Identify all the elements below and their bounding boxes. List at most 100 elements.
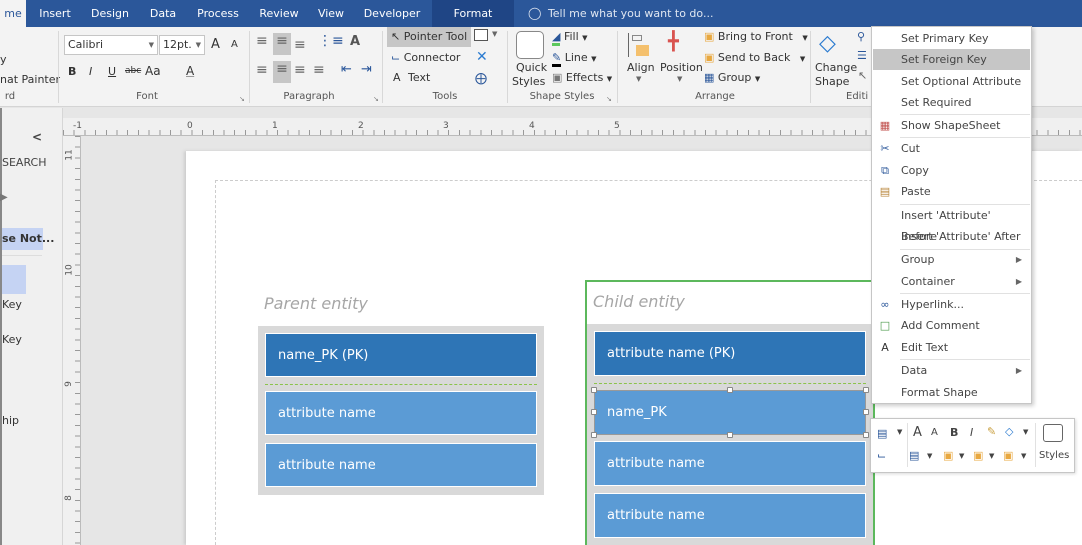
font-color-button[interactable]: A xyxy=(186,64,194,78)
justify-icon[interactable]: ≡ xyxy=(313,62,325,78)
parent-attribute[interactable]: attribute name xyxy=(265,391,537,435)
copy-button[interactable]: y xyxy=(0,53,7,66)
menu-item-set-primary-key[interactable]: Set Primary Key xyxy=(873,28,1030,49)
menu-item-insert-attribute-after[interactable]: Insert 'Attribute' After xyxy=(873,226,1030,247)
select-icon[interactable]: ↖ xyxy=(858,69,867,82)
expand-icon[interactable]: ▶ xyxy=(0,192,8,203)
rectangle-tool-icon[interactable] xyxy=(474,29,488,41)
tab-developer[interactable]: Developer xyxy=(358,0,426,27)
bring-front-icon[interactable]: ▣ xyxy=(973,449,983,462)
shape-item-key[interactable]: Key xyxy=(2,298,22,311)
bold-button[interactable]: B xyxy=(950,426,958,439)
shape-item-relationship[interactable]: hip xyxy=(2,414,19,427)
menu-item-add-comment[interactable]: □ Add Comment xyxy=(873,315,1030,336)
delete-connection-icon[interactable]: ✕ xyxy=(476,49,488,65)
strikethrough-button[interactable]: abc xyxy=(125,66,141,76)
align-bottom-icon[interactable]: ≡ xyxy=(294,37,306,53)
bring-to-front-button[interactable]: ▣ Bring to Front ▼ xyxy=(704,30,808,43)
italic-button[interactable]: I xyxy=(89,65,92,78)
chevron-down-icon[interactable]: ▼ xyxy=(492,30,497,38)
shrink-font-button[interactable]: A xyxy=(231,39,238,50)
menu-item-copy[interactable]: ⧉ Copy xyxy=(873,160,1030,181)
chevron-down-icon[interactable]: ▼ xyxy=(897,428,902,436)
quick-styles-icon[interactable] xyxy=(516,31,544,59)
search-tab[interactable]: SEARCH xyxy=(2,156,47,169)
chevron-down-icon[interactable]: ▼ xyxy=(677,75,682,83)
menu-item-format-shape[interactable]: Format Shape xyxy=(873,382,1030,403)
font-size-select[interactable]: 12pt. ▼ xyxy=(159,35,205,55)
increase-indent-icon[interactable]: ⇥ xyxy=(361,62,372,77)
shrink-font-button[interactable]: A xyxy=(931,427,938,438)
chevron-down-icon[interactable]: ▼ xyxy=(636,75,641,83)
styles-icon[interactable] xyxy=(1043,424,1063,442)
tab-design[interactable]: Design xyxy=(84,0,136,27)
selection-handle[interactable] xyxy=(591,387,597,393)
align-left-icon[interactable]: ≡ xyxy=(256,62,268,78)
menu-item-edit-text[interactable]: A Edit Text xyxy=(873,337,1030,358)
collapse-panel-button[interactable]: < xyxy=(32,130,42,144)
pointer-tool-button[interactable]: ↖ Pointer Tool xyxy=(387,27,471,47)
group-button[interactable]: ▦ Group ▼ xyxy=(704,71,760,84)
styles-button[interactable]: Styles xyxy=(1039,450,1069,461)
selection-handle[interactable] xyxy=(863,387,869,393)
align-middle-icon[interactable]: ≡ xyxy=(273,33,291,55)
shape-item-entity[interactable] xyxy=(2,265,26,294)
align-right-icon[interactable]: ≡ xyxy=(294,62,306,78)
selection-handle[interactable] xyxy=(863,409,869,415)
align-icon[interactable] xyxy=(628,33,650,57)
align-shapes-icon[interactable]: ▣ xyxy=(943,449,953,462)
chevron-down-icon[interactable]: ▼ xyxy=(927,452,932,460)
decrease-indent-icon[interactable]: ⇤ xyxy=(341,62,352,77)
quick-styles-label-1[interactable]: Quick xyxy=(516,61,547,74)
line-button[interactable]: ✎ Line ▼ xyxy=(552,51,597,67)
menu-item-set-required[interactable]: Set Required xyxy=(873,92,1030,113)
text-tool-button[interactable]: A Text xyxy=(393,71,430,84)
chevron-down-icon[interactable]: ▼ xyxy=(1023,428,1028,436)
tab-view[interactable]: View xyxy=(312,0,350,27)
menu-item-container[interactable]: Container ▶ xyxy=(873,271,1030,292)
parent-attribute[interactable]: attribute name xyxy=(265,443,537,487)
menu-item-show-shapesheet[interactable]: ▦ Show ShapeSheet xyxy=(873,115,1030,136)
align-button[interactable]: Align xyxy=(627,61,655,74)
shape-item-key-2[interactable]: Key xyxy=(2,333,22,346)
text-block-icon[interactable]: ▤ xyxy=(877,427,887,440)
effects-button[interactable]: ▣ Effects ▼ xyxy=(552,71,612,84)
position-icon[interactable]: ╋ xyxy=(668,31,679,52)
child-pk-attribute[interactable]: attribute name (PK) xyxy=(594,331,866,376)
menu-item-group[interactable]: Group ▶ xyxy=(873,249,1030,270)
menu-item-cut[interactable]: ✂ Cut xyxy=(873,138,1030,159)
child-entity-title[interactable]: Child entity xyxy=(593,292,685,311)
bold-button[interactable]: B xyxy=(68,65,76,78)
find-icon[interactable]: ⚲ xyxy=(857,30,865,43)
send-to-back-button[interactable]: ▣ Send to Back ▼ xyxy=(704,51,805,64)
connector-icon[interactable]: ⌙ xyxy=(877,449,886,462)
dialog-launcher-icon[interactable]: ↘ xyxy=(606,95,612,103)
parent-entity-title[interactable]: Parent entity xyxy=(264,294,368,313)
format-painter-button[interactable]: nat Painter xyxy=(0,73,60,86)
child-attribute[interactable]: attribute name xyxy=(594,441,866,486)
layers-icon[interactable]: ☰ xyxy=(857,49,867,62)
menu-item-set-foreign-key[interactable]: Set Foreign Key xyxy=(873,49,1030,70)
font-family-select[interactable]: Calibri ▼ xyxy=(64,35,158,55)
align-center-icon[interactable]: ≡ xyxy=(273,61,291,83)
tab-home[interactable]: me xyxy=(0,0,26,27)
tell-me-search[interactable]: ◯ Tell me what you want to do... xyxy=(528,0,713,27)
child-attribute-selected[interactable]: name_PK xyxy=(594,390,866,435)
align-text-icon[interactable]: ▤ xyxy=(909,449,919,462)
italic-button[interactable]: I xyxy=(970,426,973,439)
shape-fill-icon[interactable]: ◇ xyxy=(1005,425,1013,438)
dialog-launcher-icon[interactable]: ↘ xyxy=(373,95,379,103)
tab-data[interactable]: Data xyxy=(144,0,182,27)
chevron-down-icon[interactable]: ▼ xyxy=(959,452,964,460)
menu-item-set-optional-attribute[interactable]: Set Optional Attribute xyxy=(873,71,1030,92)
menu-item-hyperlink[interactable]: ∞ Hyperlink... xyxy=(873,294,1030,315)
align-top-icon[interactable]: ≡ xyxy=(256,33,268,49)
tab-insert[interactable]: Insert xyxy=(34,0,76,27)
quick-styles-label-2[interactable]: Styles xyxy=(512,75,545,88)
format-painter-icon[interactable]: ✎ xyxy=(987,425,996,438)
bullets-icon[interactable]: ⋮≡ xyxy=(318,33,344,49)
send-back-icon[interactable]: ▣ xyxy=(1003,449,1013,462)
tab-review[interactable]: Review xyxy=(254,0,304,27)
change-shape-icon[interactable]: ◇ xyxy=(819,31,836,56)
position-button[interactable]: Position xyxy=(660,61,703,74)
